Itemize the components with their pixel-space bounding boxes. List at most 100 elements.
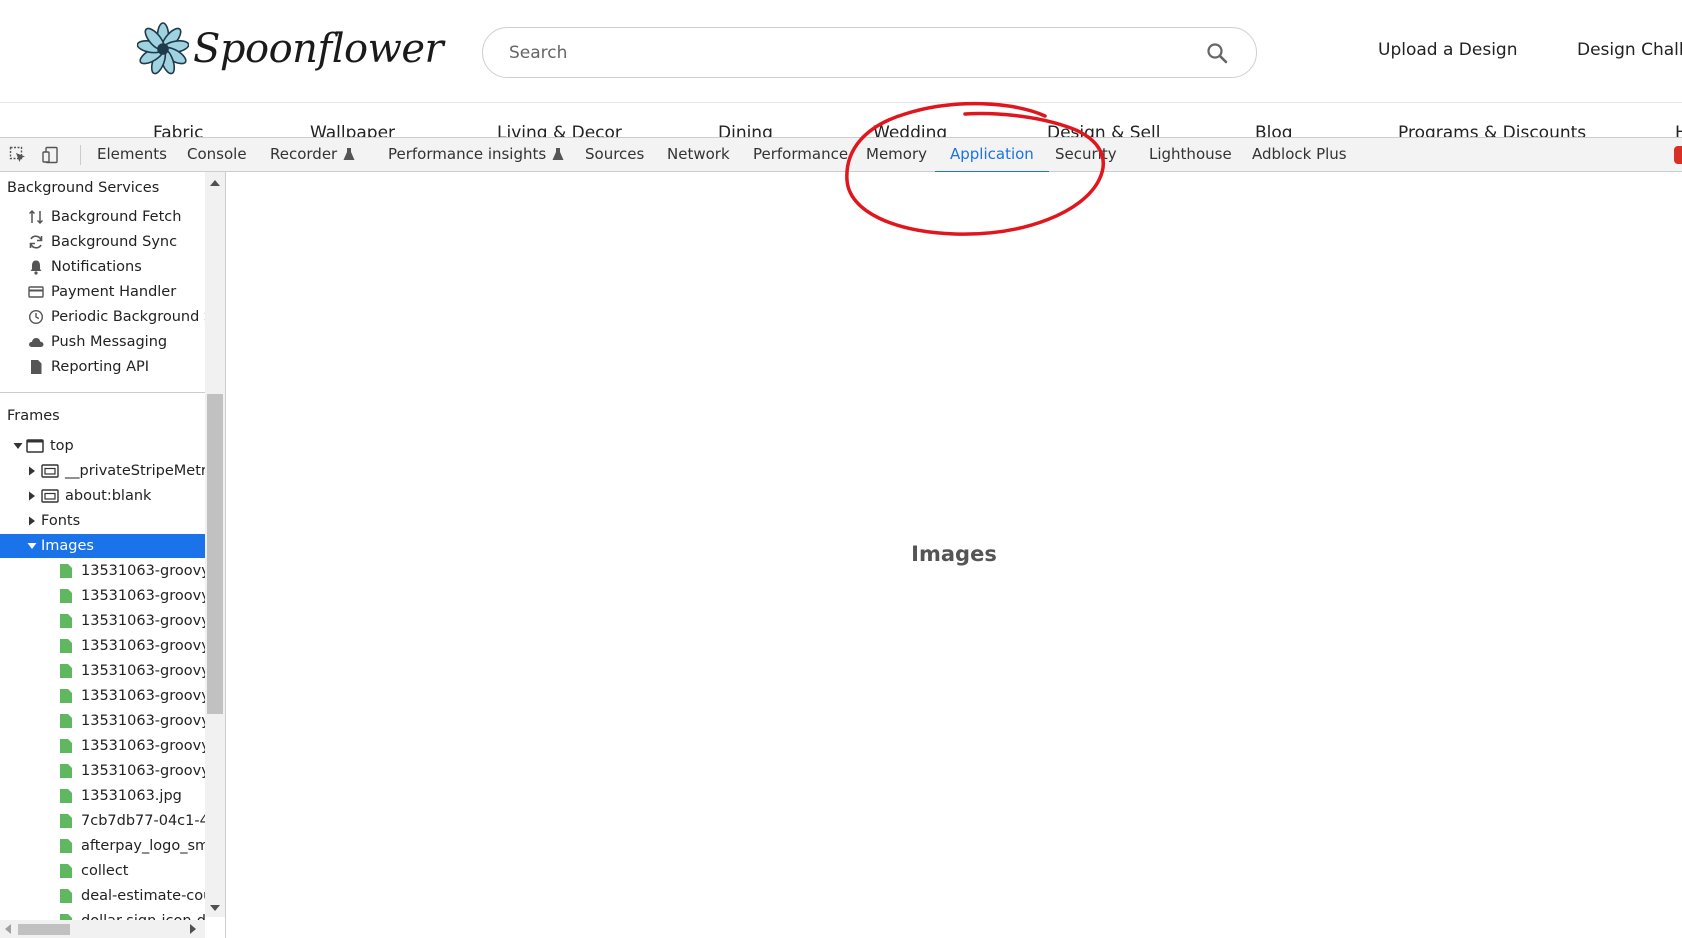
- horizontal-scroll-thumb[interactable]: [18, 924, 70, 935]
- image-file-item[interactable]: 13531063-groovy-: [0, 634, 205, 658]
- image-file-icon: [57, 687, 75, 705]
- sidebar-item-payment-handler[interactable]: Payment Handler: [0, 280, 205, 304]
- tab-performance[interactable]: Performance: [753, 138, 848, 172]
- nav-programs-discounts[interactable]: Programs & Discounts: [1398, 123, 1586, 138]
- design-challenge-link[interactable]: Design Challe: [1577, 40, 1682, 60]
- search-icon[interactable]: [1204, 40, 1230, 66]
- site-header: Spoonflower Upload a Design Design Chall…: [0, 0, 1682, 103]
- tab-adblock-plus[interactable]: Adblock Plus: [1252, 138, 1347, 172]
- bell-icon: [27, 258, 45, 276]
- image-file-label: 13531063-groovy-: [81, 638, 205, 654]
- tab-security[interactable]: Security: [1055, 138, 1117, 172]
- image-file-label: 13531063-groovy-: [81, 763, 205, 779]
- scroll-up-arrow-icon[interactable]: [210, 180, 220, 186]
- image-file-item[interactable]: 13531063-groovy-: [0, 709, 205, 733]
- frames-heading: Frames: [7, 408, 60, 424]
- tab-sources[interactable]: Sources: [585, 138, 644, 172]
- image-file-item[interactable]: 13531063-groovy-: [0, 559, 205, 583]
- image-file-item[interactable]: 13531063-groovy-: [0, 659, 205, 683]
- frame-top-label: top: [50, 438, 74, 454]
- tab-recorder-label: Recorder: [270, 145, 338, 163]
- nav-wedding[interactable]: Wedding: [873, 123, 947, 138]
- scroll-down-arrow-icon[interactable]: [210, 905, 220, 911]
- image-file-icon: [57, 862, 75, 880]
- flask-icon: [343, 140, 355, 173]
- search-input[interactable]: [509, 42, 1204, 63]
- tab-performance-insights[interactable]: Performance insights: [388, 138, 564, 172]
- nav-more[interactable]: H: [1675, 123, 1682, 138]
- image-file-item[interactable]: afterpay_logo_sma: [0, 834, 205, 858]
- credit-card-icon: [27, 283, 45, 301]
- expanded-triangle-icon[interactable]: [13, 441, 23, 451]
- scroll-right-arrow-icon[interactable]: [190, 924, 196, 934]
- image-file-item[interactable]: 13531063-groovy-: [0, 609, 205, 633]
- tab-memory[interactable]: Memory: [866, 138, 927, 172]
- image-file-icon: [57, 837, 75, 855]
- image-file-icon: [57, 587, 75, 605]
- tab-lighthouse[interactable]: Lighthouse: [1149, 138, 1232, 172]
- image-file-item[interactable]: 13531063-groovy-: [0, 759, 205, 783]
- collapsed-triangle-icon[interactable]: [27, 491, 37, 501]
- frame-tree-images[interactable]: Images: [0, 534, 205, 558]
- image-file-label: 13531063-groovy-: [81, 738, 205, 754]
- sidebar-item-background-sync[interactable]: Background Sync: [0, 230, 205, 254]
- tab-application[interactable]: Application: [935, 138, 1049, 173]
- upload-design-link[interactable]: Upload a Design: [1378, 40, 1518, 60]
- error-indicator[interactable]: [1674, 146, 1682, 164]
- image-file-label: 7cb7db77-04c1-4c: [81, 813, 205, 829]
- sidebar-scroll-thumb[interactable]: [207, 394, 223, 714]
- image-file-item[interactable]: 13531063-groovy-: [0, 684, 205, 708]
- image-file-item[interactable]: 13531063.jpg: [0, 784, 205, 808]
- sidebar-item-periodic-background-sync[interactable]: Periodic Background Sy: [0, 305, 205, 329]
- frame-tree-stripe-metrics[interactable]: __privateStripeMetric: [0, 459, 205, 483]
- fonts-label: Fonts: [41, 513, 81, 529]
- image-file-label: collect: [81, 863, 129, 879]
- nav-living-decor[interactable]: Living & Decor: [497, 123, 622, 138]
- image-file-label: 13531063-groovy-: [81, 563, 205, 579]
- device-toolbar-icon[interactable]: [40, 144, 62, 166]
- image-file-icon: [57, 887, 75, 905]
- images-label: Images: [41, 538, 94, 554]
- sidebar-item-background-fetch[interactable]: Background Fetch: [0, 205, 205, 229]
- image-file-icon: [57, 712, 75, 730]
- tab-network[interactable]: Network: [667, 138, 730, 172]
- horizontal-scrollbar[interactable]: [0, 920, 205, 938]
- expanded-triangle-icon[interactable]: [27, 541, 37, 551]
- panel-title: Images: [911, 542, 997, 566]
- image-file-label: 13531063.jpg: [81, 788, 182, 804]
- sidebar-item-label: Background Sync: [51, 234, 178, 250]
- image-file-icon: [57, 637, 75, 655]
- collapsed-triangle-icon[interactable]: [27, 516, 37, 526]
- image-file-item[interactable]: 13531063-groovy-: [0, 584, 205, 608]
- search-bar[interactable]: [482, 27, 1257, 78]
- image-file-label: 13531063-groovy-: [81, 688, 205, 704]
- sidebar-item-label: Payment Handler: [51, 284, 177, 300]
- sidebar-item-reporting-api[interactable]: Reporting API: [0, 355, 205, 379]
- nav-dining[interactable]: Dining: [718, 123, 773, 138]
- nav-wallpaper[interactable]: Wallpaper: [310, 123, 395, 138]
- scroll-left-arrow-icon[interactable]: [5, 924, 11, 934]
- clock-icon: [27, 308, 45, 326]
- nav-fabric[interactable]: Fabric: [153, 123, 204, 138]
- image-file-item[interactable]: collect: [0, 859, 205, 883]
- sidebar-item-notifications[interactable]: Notifications: [0, 255, 205, 279]
- image-file-item[interactable]: deal-estimate-cou: [0, 884, 205, 908]
- tab-console[interactable]: Console: [187, 138, 247, 172]
- frame-tree-about-blank[interactable]: about:blank: [0, 484, 205, 508]
- tab-elements[interactable]: Elements: [97, 138, 167, 172]
- image-file-item[interactable]: 7cb7db77-04c1-4c: [0, 809, 205, 833]
- toolbar-divider: [80, 145, 81, 165]
- nav-design-sell[interactable]: Design & Sell: [1047, 123, 1160, 138]
- frame-tree-fonts[interactable]: Fonts: [0, 509, 205, 533]
- image-file-icon: [57, 612, 75, 630]
- image-file-item[interactable]: 13531063-groovy-: [0, 734, 205, 758]
- spoonflower-logo[interactable]: Spoonflower: [137, 18, 444, 80]
- inspect-element-icon[interactable]: [7, 144, 29, 166]
- nav-blog[interactable]: Blog: [1255, 123, 1293, 138]
- sidebar-item-push-messaging[interactable]: Push Messaging: [0, 330, 205, 354]
- frame-tree-top[interactable]: top: [0, 434, 205, 458]
- tab-recorder[interactable]: Recorder: [270, 138, 355, 172]
- collapsed-triangle-icon[interactable]: [27, 466, 37, 476]
- image-file-label: 13531063-groovy-: [81, 588, 205, 604]
- tab-performance-insights-label: Performance insights: [388, 145, 547, 163]
